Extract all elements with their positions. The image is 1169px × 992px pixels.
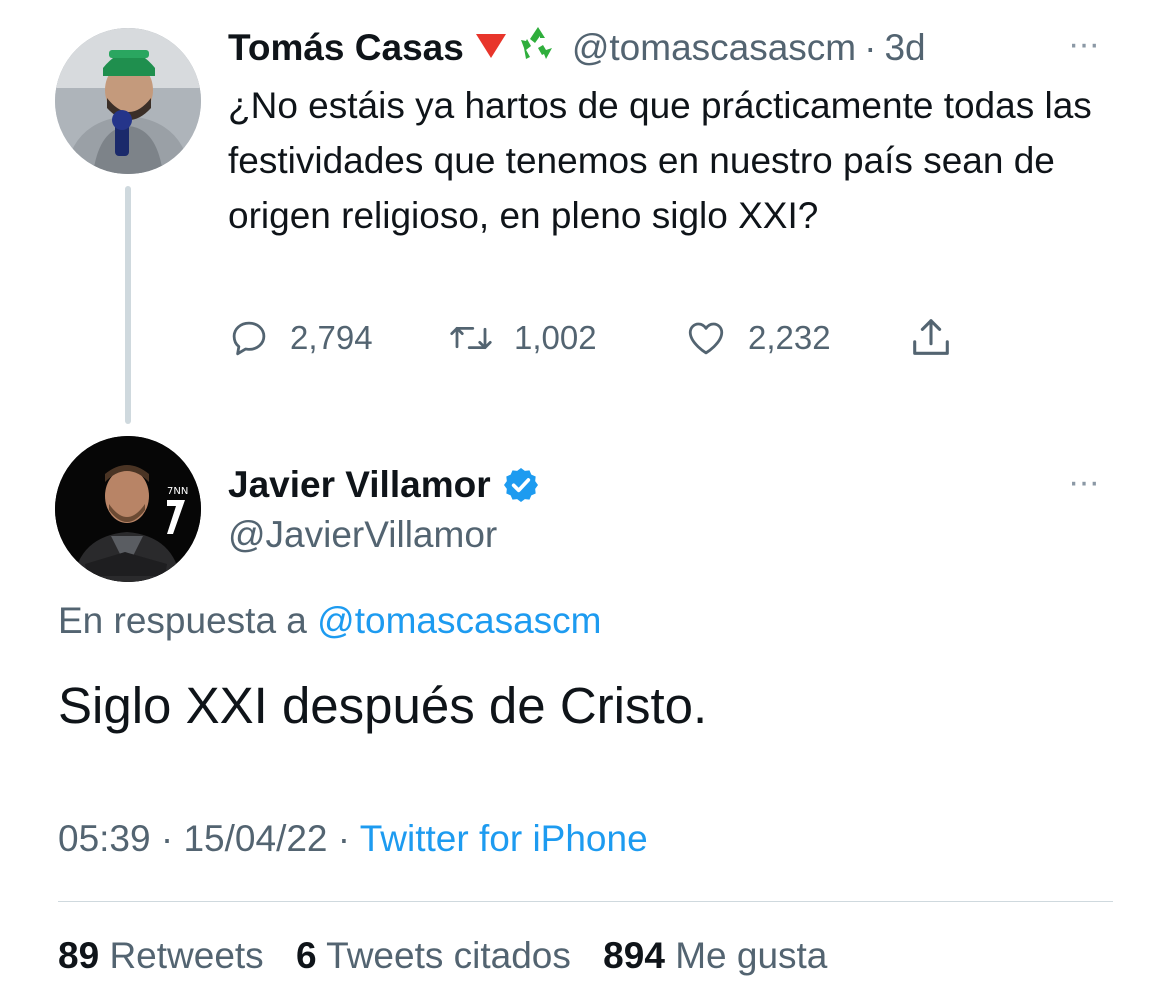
separator: · — [160, 818, 174, 859]
author-name[interactable]: Tomás Casas — [228, 27, 464, 69]
avatar-tomas-casas[interactable] — [55, 28, 201, 174]
retweets-count: 89 — [58, 935, 100, 976]
quotes-stat[interactable]: 6 Tweets citados — [296, 935, 571, 976]
replying-to-handle-link[interactable]: @tomascasascm — [317, 600, 601, 641]
tweet-stats: 89 Retweets 6 Tweets citados 894 Me gust… — [58, 935, 827, 977]
share-button[interactable] — [906, 312, 976, 364]
thread-connector-line — [125, 186, 131, 424]
like-count: 2,232 — [748, 319, 831, 356]
tweet-source-link[interactable]: Twitter for iPhone — [360, 818, 648, 859]
share-icon — [913, 319, 949, 355]
reply-button[interactable]: 2,794 — [228, 312, 373, 364]
likes-label: Me gusta — [675, 935, 828, 976]
tweet-time[interactable]: 05:39 — [58, 818, 151, 859]
like-button[interactable]: 2,232 — [684, 312, 831, 364]
reply-tweet-author: Javier Villamor — [228, 458, 541, 512]
likes-stat[interactable]: 894 Me gusta — [603, 935, 827, 976]
retweet-button[interactable]: 1,002 — [448, 312, 597, 364]
avatar-javier-villamor[interactable]: 7NN — [55, 436, 201, 582]
svg-text:7NN: 7NN — [167, 486, 188, 497]
recycle-icon — [518, 24, 558, 73]
reply-tweet-text: Siglo XXI después de Cristo. — [58, 677, 708, 734]
retweets-stat[interactable]: 89 Retweets — [58, 935, 264, 976]
separator: · — [864, 27, 877, 68]
quotes-label: Tweets citados — [326, 935, 571, 976]
more-options-icon[interactable]: ··· — [1068, 465, 1100, 499]
heart-icon — [688, 322, 724, 355]
red-triangle-down-icon — [474, 27, 508, 69]
avatar-image — [55, 28, 201, 174]
replying-to-prefix: En respuesta a — [58, 600, 307, 641]
replying-to: En respuesta a @tomascasascm — [58, 600, 601, 642]
separator: · — [337, 818, 351, 859]
author-name[interactable]: Javier Villamor — [228, 464, 491, 506]
more-options-icon[interactable]: ··· — [1068, 27, 1100, 61]
retweet-icon — [450, 326, 492, 350]
divider — [58, 901, 1113, 902]
tweet-time[interactable]: 3d — [884, 27, 925, 69]
avatar-image: 7NN — [55, 436, 201, 582]
quotes-count: 6 — [295, 935, 317, 976]
reply-icon — [232, 321, 266, 356]
original-tweet-header: Tomás Casas @tomascasascm · 3d — [228, 22, 926, 74]
verified-badge-icon — [503, 468, 538, 502]
author-handle[interactable]: @JavierVillamor — [228, 514, 497, 556]
author-handle[interactable]: @tomascasascm — [572, 27, 856, 69]
retweets-label: Retweets — [109, 935, 264, 976]
retweet-count: 1,002 — [514, 319, 597, 356]
likes-count: 894 — [603, 935, 665, 976]
tweet-metadata: 05:39 · 15/04/22 · Twitter for iPhone — [58, 818, 648, 860]
reply-count: 2,794 — [290, 319, 373, 356]
tweet-date[interactable]: 15/04/22 — [183, 818, 327, 859]
original-tweet-text: ¿No estáis ya hartos de que prácticament… — [228, 85, 1092, 236]
